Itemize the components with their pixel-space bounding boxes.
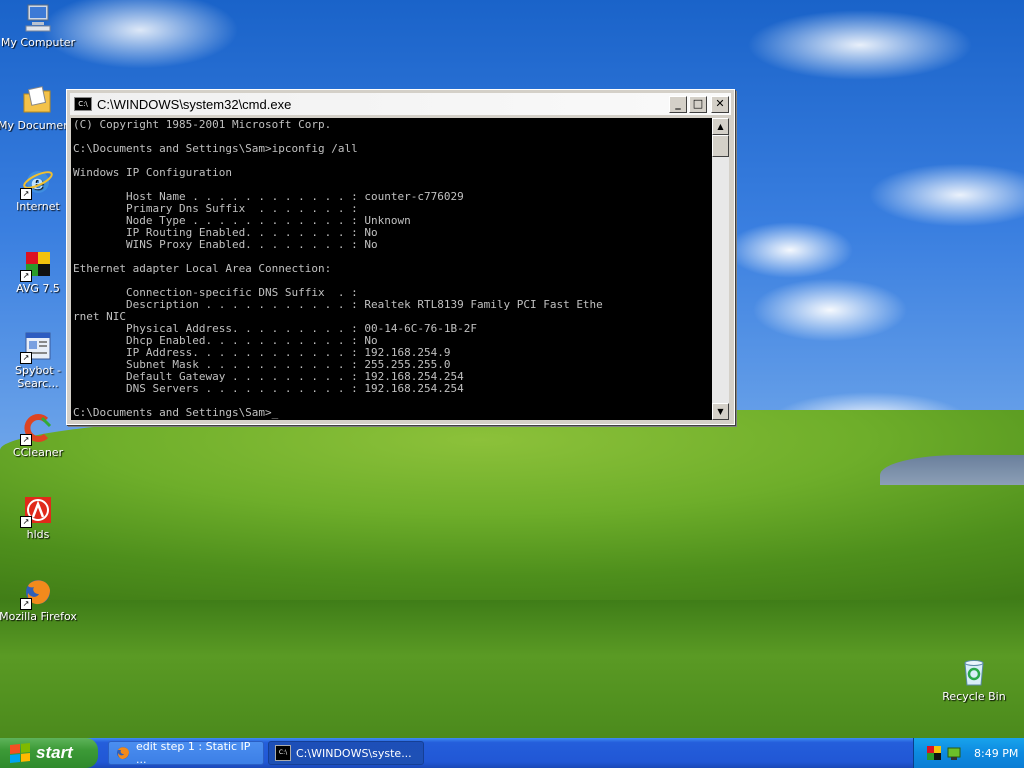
maximize-button[interactable]: □: [689, 95, 707, 113]
ccleaner-icon: ↗: [20, 412, 54, 446]
firefox-icon: [117, 747, 129, 759]
desktop-icon-label: CCleaner: [12, 446, 64, 459]
close-button[interactable]: ✕: [711, 95, 729, 113]
start-button[interactable]: start: [0, 738, 98, 768]
cmd-icon: C:\: [74, 97, 92, 111]
spybot-icon: ↗: [20, 330, 54, 364]
desktop-icon-my-computer[interactable]: My Computer: [0, 2, 78, 49]
minimize-button[interactable]: _: [669, 95, 687, 113]
taskbar-button-cmd[interactable]: C:\ C:\WINDOWS\syste...: [268, 741, 424, 765]
network-tray-icon[interactable]: [946, 745, 962, 761]
desktop-icon-label: Recycle Bin: [942, 690, 1006, 703]
shortcut-arrow-icon: ↗: [20, 434, 32, 446]
desktop-icon-label: Mozilla Firefox: [0, 610, 77, 623]
cmd-icon: C:\: [275, 745, 291, 761]
cmd-window[interactable]: C:\ C:\WINDOWS\system32\cmd.exe _ □ ✕ (C…: [66, 89, 735, 425]
shortcut-arrow-icon: ↗: [20, 270, 32, 282]
avg-tray-icon[interactable]: [926, 745, 942, 761]
vertical-scrollbar[interactable]: ▲ ▼: [712, 118, 729, 420]
taskbar-button-firefox[interactable]: edit step 1 : Static IP ...: [108, 740, 264, 766]
avg-icon: ↗: [20, 248, 54, 282]
folder-icon: [21, 85, 53, 117]
taskbar-button-label: edit step 1 : Static IP ...: [136, 740, 251, 766]
desktop-icon-label: My Documents: [0, 119, 76, 132]
shortcut-arrow-icon: ↗: [20, 516, 32, 528]
window-titlebar[interactable]: C:\ C:\WINDOWS\system32\cmd.exe _ □ ✕: [70, 93, 731, 115]
shortcut-arrow-icon: ↗: [20, 352, 32, 364]
recycle-bin-icon: [958, 656, 990, 688]
scroll-thumb[interactable]: [712, 135, 729, 157]
clock[interactable]: 8:49 PM: [974, 747, 1018, 760]
console-output[interactable]: (C) Copyright 1985-2001 Microsoft Corp. …: [71, 118, 712, 420]
windows-logo-icon: [10, 742, 30, 764]
window-title: C:\WINDOWS\system32\cmd.exe: [97, 96, 292, 112]
desktop-wallpaper-foreground: [0, 600, 1024, 740]
console-text: (C) Copyright 1985-2001 Microsoft Corp. …: [73, 118, 603, 419]
shortcut-arrow-icon: ↗: [20, 598, 32, 610]
taskbar: start edit step 1 : Static IP ... C:\ C:…: [0, 738, 1024, 768]
shortcut-arrow-icon: ↗: [20, 188, 32, 200]
desktop-icon-firefox[interactable]: ↗ Mozilla Firefox: [0, 576, 78, 623]
half-life-icon: ↗: [20, 494, 54, 528]
desktop-icon-hlds[interactable]: ↗ hlds: [0, 494, 78, 541]
desktop-icon-label: hlds: [26, 528, 50, 541]
computer-icon: [22, 2, 54, 34]
desktop-icon-recycle-bin[interactable]: Recycle Bin: [934, 656, 1014, 703]
desktop-icon-label: My Computer: [0, 36, 76, 49]
system-tray: 8:49 PM: [913, 738, 1024, 768]
scroll-up-icon[interactable]: ▲: [712, 118, 729, 135]
internet-explorer-icon: e ↗: [20, 166, 54, 200]
start-label: start: [36, 743, 73, 762]
taskbar-button-label: C:\WINDOWS\syste...: [296, 746, 412, 760]
desktop-icon-my-documents[interactable]: My Documents: [0, 85, 76, 132]
firefox-icon: ↗: [20, 576, 54, 610]
scroll-down-icon[interactable]: ▼: [712, 403, 729, 420]
